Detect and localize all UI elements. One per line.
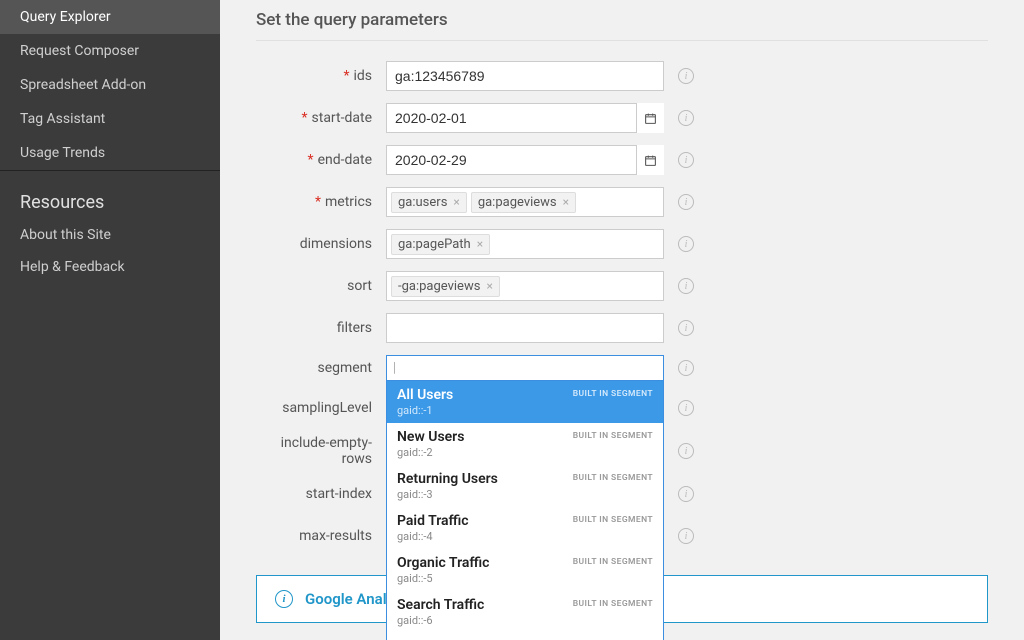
segment-option[interactable]: Search Trafficgaid::-6BUILT IN SEGMENT <box>387 591 663 633</box>
info-icon[interactable]: i <box>678 68 694 84</box>
label-max-results: max-results <box>256 528 386 544</box>
tag: ga:users× <box>391 192 467 213</box>
sidebar: Query ExplorerRequest ComposerSpreadshee… <box>0 0 220 640</box>
tag-remove-icon[interactable]: × <box>486 279 492 293</box>
input-ids[interactable] <box>386 61 664 91</box>
row-ids: *ids i <box>256 61 988 91</box>
tag: ga:pageviews× <box>471 192 576 213</box>
nav-item-usage-trends[interactable]: Usage Trends <box>0 136 220 170</box>
label-dimensions: dimensions <box>256 236 386 252</box>
nav-item-spreadsheet-add-on[interactable]: Spreadsheet Add-on <box>0 68 220 102</box>
row-metrics: *metrics ga:users×ga:pageviews× i <box>256 187 988 217</box>
info-icon[interactable]: i <box>678 486 694 502</box>
segment-option[interactable]: Returning Usersgaid::-3BUILT IN SEGMENT <box>387 465 663 507</box>
nav-item-tag-assistant[interactable]: Tag Assistant <box>0 102 220 136</box>
resource-item[interactable]: Help & Feedback <box>0 251 220 283</box>
label-start-index: start-index <box>256 486 386 502</box>
nav-item-query-explorer[interactable]: Query Explorer <box>0 0 220 34</box>
info-icon[interactable]: i <box>678 400 694 416</box>
info-icon[interactable]: i <box>678 278 694 294</box>
input-metrics[interactable]: ga:users×ga:pageviews× <box>386 187 664 217</box>
info-icon[interactable]: i <box>678 320 694 336</box>
label-filters: filters <box>256 320 386 336</box>
segment-option[interactable]: Direct TrafficBUILT IN SEGMENT <box>387 633 663 640</box>
tag-remove-icon[interactable]: × <box>477 237 483 251</box>
label-sampling-level: samplingLevel <box>256 400 386 416</box>
tag-remove-icon[interactable]: × <box>453 195 459 209</box>
segment-option[interactable]: New Usersgaid::-2BUILT IN SEGMENT <box>387 423 663 465</box>
segment-option[interactable]: Organic Trafficgaid::-5BUILT IN SEGMENT <box>387 549 663 591</box>
row-segment: segment | i All Usersgaid::-1BUILT IN SE… <box>256 355 988 381</box>
row-end-date: *end-date i <box>256 145 988 175</box>
segment-option[interactable]: Paid Trafficgaid::-4BUILT IN SEGMENT <box>387 507 663 549</box>
resource-item[interactable]: About this Site <box>0 219 220 251</box>
info-icon[interactable]: i <box>678 152 694 168</box>
title-rule <box>256 40 988 41</box>
label-metrics: *metrics <box>256 194 386 210</box>
segment-dropdown[interactable]: All Usersgaid::-1BUILT IN SEGMENTNew Use… <box>386 381 664 640</box>
input-segment[interactable]: | <box>386 355 664 381</box>
row-dimensions: dimensions ga:pagePath× i <box>256 229 988 259</box>
page-title: Set the query parameters <box>256 10 988 30</box>
info-icon[interactable]: i <box>678 236 694 252</box>
label-include-empty-rows: include-empty-rows <box>256 435 386 467</box>
info-icon[interactable]: i <box>678 443 694 459</box>
main-panel: Set the query parameters *ids i *start-d… <box>220 0 1024 640</box>
input-sort[interactable]: -ga:pageviews× <box>386 271 664 301</box>
info-icon[interactable]: i <box>678 360 694 376</box>
input-end-date[interactable] <box>386 145 664 175</box>
info-icon[interactable]: i <box>678 194 694 210</box>
label-ids: *ids <box>256 68 386 84</box>
nav-item-request-composer[interactable]: Request Composer <box>0 34 220 68</box>
tag-remove-icon[interactable]: × <box>563 195 569 209</box>
info-icon[interactable]: i <box>678 528 694 544</box>
calendar-icon[interactable] <box>636 103 664 133</box>
info-icon[interactable]: i <box>678 110 694 126</box>
info-icon: i <box>275 590 293 608</box>
resources-header: Resources <box>0 182 220 219</box>
segment-option[interactable]: All Usersgaid::-1BUILT IN SEGMENT <box>387 381 663 423</box>
input-start-date[interactable] <box>386 103 664 133</box>
label-sort: sort <box>256 278 386 294</box>
row-sort: sort -ga:pageviews× i <box>256 271 988 301</box>
label-start-date: *start-date <box>256 110 386 126</box>
row-start-date: *start-date i <box>256 103 988 133</box>
tag: -ga:pageviews× <box>391 276 500 297</box>
sidebar-divider <box>0 170 220 182</box>
label-end-date: *end-date <box>256 152 386 168</box>
tag: ga:pagePath× <box>391 234 490 255</box>
input-dimensions[interactable]: ga:pagePath× <box>386 229 664 259</box>
input-filters[interactable] <box>386 313 664 343</box>
row-filters: filters i <box>256 313 988 343</box>
calendar-icon[interactable] <box>636 145 664 175</box>
label-segment: segment <box>256 360 386 376</box>
